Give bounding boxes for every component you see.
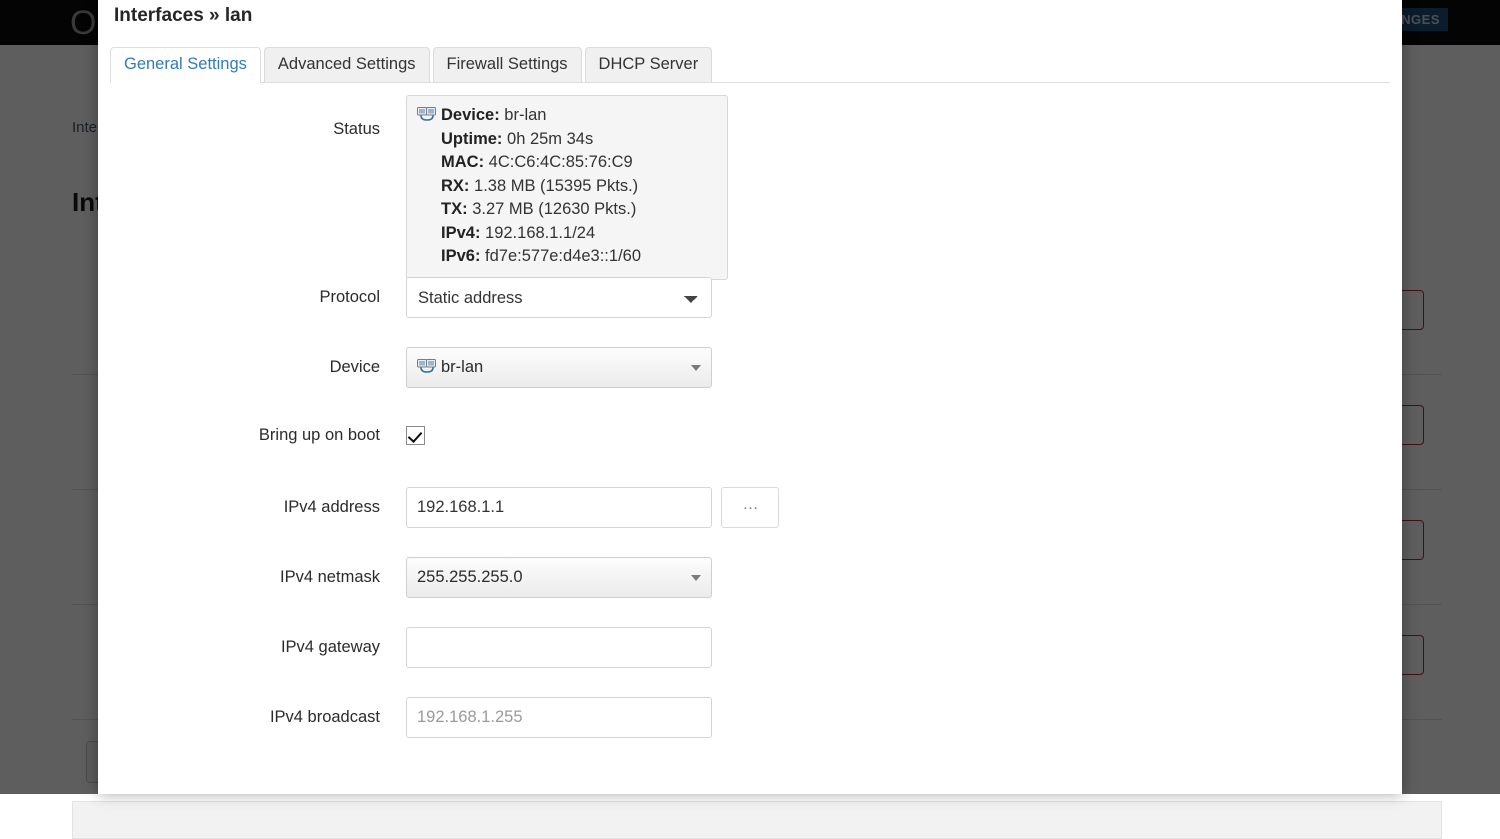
status-line-tx: TX: 3.27 MB (12630 Pkts.)	[417, 198, 717, 222]
status-line-ipv6: IPv6: fd7e:577e:d4e3::1/60	[417, 245, 717, 269]
interface-status-box: Device: br-lan Uptime: 0h 25m 34s MAC: 4…	[406, 95, 728, 280]
ipv4-broadcast-label: IPv4 broadcast	[98, 708, 380, 727]
form-row-bring-up-on-boot: Bring up on boot	[98, 417, 1402, 487]
form-row-ipv4-gateway: IPv4 gateway	[98, 627, 1402, 697]
ipv4-address-more-button[interactable]: …	[721, 487, 779, 528]
chevron-down-icon	[691, 365, 701, 371]
form-row-status: Status Device: br-lan	[98, 95, 1402, 277]
tab-dhcp-server[interactable]: DHCP Server	[585, 47, 713, 82]
status-key-mac: MAC:	[441, 153, 484, 171]
ipv4-address-label: IPv4 address	[98, 498, 380, 517]
form-row-ipv4-broadcast: IPv4 broadcast	[98, 697, 1402, 767]
status-line-uptime: Uptime: 0h 25m 34s	[417, 128, 717, 152]
modal-title: Interfaces » lan	[114, 5, 252, 27]
device-select[interactable]: br-lan	[406, 347, 712, 388]
bring-up-on-boot-label: Bring up on boot	[98, 426, 380, 445]
status-line-mac: MAC: 4C:C6:4C:85:76:C9	[417, 151, 717, 175]
network-bridge-icon	[417, 350, 437, 365]
status-line-rx: RX: 1.38 MB (15395 Pkts.)	[417, 175, 717, 199]
ipv4-netmask-label: IPv4 netmask	[98, 568, 380, 587]
status-value-tx: 3.27 MB (12630 Pkts.)	[472, 200, 636, 218]
ipv4-gateway-input[interactable]	[406, 627, 712, 668]
general-settings-form: Status Device: br-lan	[98, 95, 1402, 767]
status-key-tx: TX:	[441, 200, 468, 218]
status-line-device: Device: br-lan	[417, 104, 717, 128]
status-key-ipv6: IPv6:	[441, 247, 480, 265]
background-footer-bar	[72, 801, 1442, 839]
ipv4-gateway-label: IPv4 gateway	[98, 638, 380, 657]
form-row-ipv4-netmask: IPv4 netmask 255.255.255.0	[98, 557, 1402, 627]
network-bridge-icon	[417, 106, 437, 121]
form-row-device: Device br-lan	[98, 347, 1402, 417]
protocol-label: Protocol	[98, 288, 380, 307]
tab-advanced-settings[interactable]: Advanced Settings	[264, 47, 430, 82]
device-select-value: br-lan	[441, 358, 483, 376]
status-value-mac: 4C:C6:4C:85:76:C9	[489, 153, 633, 171]
bring-up-on-boot-checkbox[interactable]	[406, 426, 425, 445]
status-key-ipv4: IPv4:	[441, 224, 480, 242]
tab-general-settings[interactable]: General Settings	[110, 47, 261, 82]
ipv4-broadcast-input[interactable]	[406, 697, 712, 738]
status-value-device: br-lan	[504, 106, 546, 124]
status-value-uptime: 0h 25m 34s	[507, 130, 593, 148]
tab-bar: General Settings Advanced Settings Firew…	[110, 47, 1390, 83]
ipv4-netmask-select[interactable]: 255.255.255.0	[406, 557, 712, 598]
protocol-select[interactable]: Static address	[406, 277, 712, 318]
tab-firewall-settings[interactable]: Firewall Settings	[433, 47, 582, 82]
status-key-device: Device:	[441, 106, 500, 124]
status-key-rx: RX:	[441, 177, 469, 195]
status-key-uptime: Uptime:	[441, 130, 502, 148]
interface-config-modal: Interfaces » lan General Settings Advanc…	[98, 0, 1402, 794]
form-row-ipv4-address: IPv4 address …	[98, 487, 1402, 557]
status-value-ipv4: 192.168.1.1/24	[485, 224, 595, 242]
ipv4-address-input[interactable]	[406, 487, 712, 528]
ipv4-netmask-value: 255.255.255.0	[417, 568, 523, 586]
status-line-ipv4: IPv4: 192.168.1.1/24	[417, 222, 717, 246]
status-value-rx: 1.38 MB (15395 Pkts.)	[474, 177, 638, 195]
status-value-ipv6: fd7e:577e:d4e3::1/60	[485, 247, 641, 265]
status-label: Status	[98, 120, 380, 139]
form-row-protocol: Protocol Static address	[98, 277, 1402, 347]
chevron-down-icon	[691, 575, 701, 581]
device-label: Device	[98, 358, 380, 377]
